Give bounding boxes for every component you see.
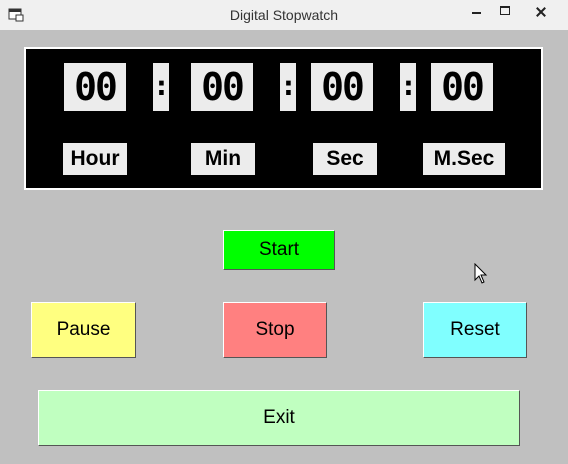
milliseconds-digits: 00 [431, 63, 493, 111]
hour-label: Hour [63, 143, 127, 175]
hours-digits: 00 [64, 63, 126, 111]
separator-2: : [280, 63, 297, 111]
exit-button[interactable]: Exit [38, 390, 520, 446]
title-bar[interactable]: Digital Stopwatch [0, 0, 568, 30]
stop-button[interactable]: Stop [223, 302, 327, 358]
separator-1: : [153, 63, 170, 111]
msec-label: M.Sec [423, 143, 505, 175]
start-button[interactable]: Start [223, 230, 335, 270]
pause-button[interactable]: Pause [31, 302, 136, 358]
mouse-pointer-icon [474, 263, 488, 284]
separator-3: : [400, 63, 417, 111]
close-icon[interactable] [520, 0, 560, 24]
time-display: 00 : 00 : 00 : 00 Hour Min Sec M.Sec [24, 47, 543, 190]
reset-button[interactable]: Reset [423, 302, 527, 358]
min-label: Min [191, 143, 255, 175]
sec-label: Sec [313, 143, 377, 175]
minutes-digits: 00 [191, 63, 253, 111]
seconds-digits: 00 [311, 63, 373, 111]
